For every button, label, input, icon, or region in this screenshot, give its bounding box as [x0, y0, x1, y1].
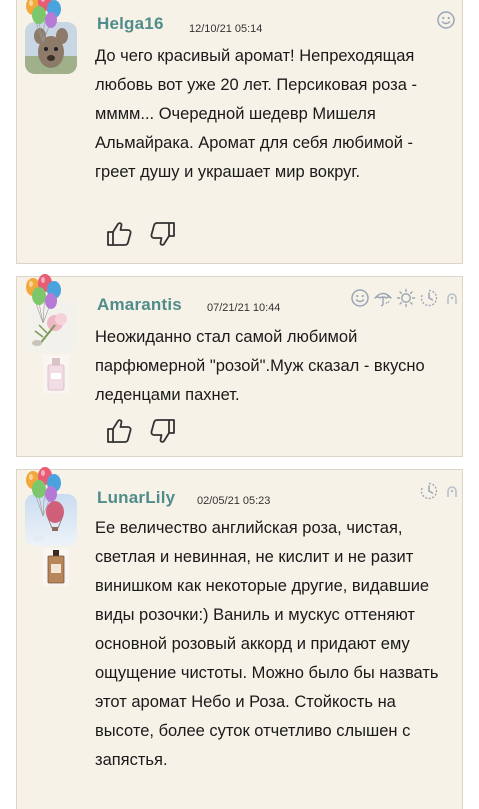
mood-icons	[436, 10, 456, 32]
umbrella-icon	[373, 288, 393, 308]
review-date: 02/05/21 05:23	[197, 495, 271, 507]
review-text: До чего красивый аромат! Непреходящая лю…	[95, 47, 417, 181]
thumbs-down-icon[interactable]	[149, 417, 177, 445]
author-avatar-block	[21, 470, 81, 590]
clock-icon	[419, 481, 439, 501]
thumbs-down-icon[interactable]	[149, 220, 177, 248]
perfume-bottle-icon	[43, 548, 69, 586]
balloons-icon	[23, 466, 63, 518]
author-username[interactable]: Amarantis	[97, 295, 182, 315]
author-avatar-block	[21, 277, 81, 397]
moon-icon	[442, 288, 456, 308]
thumbs-up-icon[interactable]	[105, 417, 133, 445]
author-username[interactable]: Helga16	[97, 14, 164, 34]
review-card: Amarantis 07/21/21 10:44 Неожиданно стал…	[16, 276, 463, 457]
review-text: Неожиданно стал самой любимой парфюмерно…	[95, 328, 425, 404]
thumbs-up-icon[interactable]	[105, 220, 133, 248]
review-date: 07/21/21 10:44	[207, 302, 281, 314]
vote-buttons	[105, 417, 185, 445]
author-avatar-block	[21, 0, 81, 116]
mood-icons	[350, 288, 456, 310]
review-text: Ее величество английская роза, чистая, с…	[95, 519, 439, 769]
vote-buttons	[105, 220, 185, 248]
review-date: 12/10/21 05:14	[189, 23, 263, 35]
author-username[interactable]: LunarLily	[97, 488, 175, 508]
moon-icon	[442, 481, 456, 501]
smile-icon	[350, 288, 370, 308]
review-card: Helga16 12/10/21 05:14 До чего красивый …	[16, 0, 463, 264]
smile-icon	[436, 10, 456, 30]
balloons-icon	[23, 273, 63, 325]
mood-icons	[419, 481, 456, 503]
perfume-bottle-icon	[43, 355, 69, 393]
balloons-icon	[23, 0, 63, 44]
sun-icon	[396, 288, 416, 308]
clock-icon	[419, 288, 439, 308]
review-card: LunarLily 02/05/21 05:23 Ее величество а…	[16, 469, 463, 809]
